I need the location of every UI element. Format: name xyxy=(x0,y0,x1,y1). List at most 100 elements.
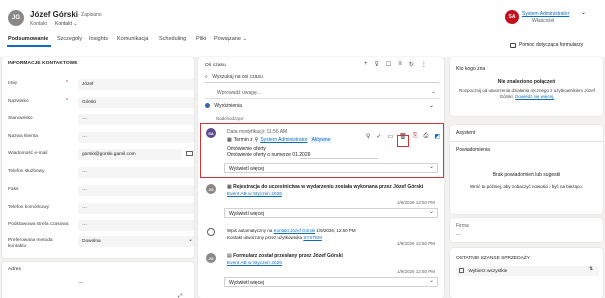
highlights-bar[interactable]: Wyróżnienia ⌄ xyxy=(205,103,439,113)
form-help-button[interactable]: Pomoc dotycząca formularzy xyxy=(510,42,583,48)
item-title: ▦ Rejestracja do uczestnictwa w wydarzen… xyxy=(227,184,423,190)
filter-icon[interactable]: ⊽ xyxy=(375,61,379,68)
record-title: Józef Górski xyxy=(30,10,79,19)
owner-link[interactable]: System Administrator xyxy=(522,11,569,17)
refresh-icon[interactable]: ↻ xyxy=(409,61,414,68)
highlight-frame xyxy=(200,123,444,178)
show-more-button[interactable]: Wyświetl więcej ⌄ xyxy=(224,208,438,218)
opportunities-card: OSTATNIE SZANSE SPRZEDAŻY Wybierz wszyst… xyxy=(450,248,603,298)
entity-type: Kontakt xyxy=(30,21,47,27)
assistant-card: Asystent Powiadomienia Brak powiadomień … xyxy=(450,125,603,214)
show-more-label: Wyświetl więcej xyxy=(229,211,264,217)
field-label: Faks xyxy=(8,187,19,192)
timeline-item-auto-post[interactable]: Wpis automatyczny na Kontakt Józef Górsk… xyxy=(200,226,444,248)
chevron-down-icon[interactable]: ⌄ xyxy=(429,102,434,109)
expand-icon[interactable]: ⤢ xyxy=(178,293,182,298)
field-label: Telefon służbowy xyxy=(8,169,45,174)
tab-communication[interactable]: Komunikacja xyxy=(117,36,149,42)
field-email: Wiadomość e-mail gorski@gorski.gamil.com xyxy=(8,149,193,163)
mail-icon[interactable] xyxy=(186,151,193,156)
highlight-icon-frame xyxy=(397,135,409,147)
contact-link[interactable]: Kontakt Józef Górski xyxy=(274,228,316,233)
owner-avatar[interactable]: SA xyxy=(505,10,519,24)
event-icon: ▦ xyxy=(227,184,232,190)
record-header: JG Józef Górski - Zapisano Kontakt Konta… xyxy=(0,0,605,57)
save-status: - Zapisano xyxy=(78,12,102,18)
who-knows-title: Kto kogo zna xyxy=(456,66,486,72)
more-icon[interactable]: ⋮ xyxy=(421,61,427,68)
field-label: Nazwa klienta xyxy=(8,134,38,139)
mobile-phone-input[interactable]: --- xyxy=(78,203,194,214)
timeline-title: Oś czasu xyxy=(205,63,226,68)
select-all-checkbox[interactable] xyxy=(459,268,464,273)
timeline-search[interactable]: ⌕ Wyszukaj na osi czasu xyxy=(205,72,439,83)
bookmark-icon[interactable]: ☐ xyxy=(386,61,391,68)
time-zone-input[interactable]: --- xyxy=(78,220,194,231)
field-account-name: Nazwa klienta --- xyxy=(8,132,194,146)
active-tab-indicator xyxy=(7,45,51,47)
job-title-input[interactable]: --- xyxy=(78,114,194,125)
email-input[interactable]: gorski@gorski.gamil.com xyxy=(78,149,182,160)
sort-icon[interactable]: ⇅ xyxy=(589,267,593,272)
firm-value[interactable]: --- xyxy=(456,232,461,238)
firm-card: Firma --- xyxy=(450,218,603,242)
tab-scheduling[interactable]: Scheduling xyxy=(159,36,186,42)
tab-details[interactable]: Szczegóły xyxy=(57,36,82,42)
chevron-down-icon: ⌄ xyxy=(428,209,434,215)
who-knows-empty: Nie znaleziono połączeń xyxy=(497,79,556,85)
created-line: Kontakt utworzony przez użytkownika SYST… xyxy=(227,235,322,240)
item-date: 1/9/2026 12:50 PM xyxy=(397,269,436,274)
help-label: Pomoc dotycząca formularzy xyxy=(519,42,584,48)
field-mobile-phone: Telefon komórkowy --- xyxy=(8,203,194,217)
tab-insights[interactable]: Insights xyxy=(89,36,108,42)
field-job-title: Stanowisko --- xyxy=(8,114,194,128)
tab-summary[interactable]: Podsumowanie xyxy=(8,36,48,42)
required-marker: * xyxy=(66,98,68,104)
fax-input[interactable]: --- xyxy=(78,185,194,196)
address-title: Adres xyxy=(8,267,22,272)
chevron-down-icon: ⌄ xyxy=(73,21,78,27)
search-placeholder: Wyszukaj na osi czasu xyxy=(212,74,263,80)
field-preferred-method: Preferowana metoda kontaktu Dowolna ⌄ xyxy=(8,236,194,256)
last-name-input[interactable]: Górski xyxy=(78,97,194,108)
field-fax: Faks --- xyxy=(8,185,194,199)
field-label: Stanowisko xyxy=(8,116,33,121)
contact-info-card: INFORMACJE KONTAKTOWE Imię * Józef Nazwi… xyxy=(2,57,194,258)
event-link[interactable]: Event AB w Styczeń 2026 xyxy=(227,261,282,266)
event-link[interactable]: Event AB w Styczeń 2026 xyxy=(227,192,282,197)
note-placeholder: Wprowadź uwagę... xyxy=(217,90,261,96)
timeline-item-form-submitted[interactable]: JG ▤ Formularz został przesłany przez Jó… xyxy=(200,250,444,296)
first-name-input[interactable]: Józef xyxy=(78,79,194,90)
attach-icon[interactable]: ⌁ xyxy=(432,90,435,96)
form-selector[interactable]: Kontakt ⌄ xyxy=(55,21,78,27)
business-phone-input[interactable]: --- xyxy=(78,167,194,178)
form-icon: ▤ xyxy=(227,253,232,259)
created-by-link[interactable]: SYSTEM xyxy=(303,235,322,240)
contact-avatar: JG xyxy=(206,253,216,263)
show-more-button[interactable]: Wyświetl więcej ⌄ xyxy=(224,277,438,287)
add-icon[interactable]: + xyxy=(364,61,368,68)
assistant-title: Asystent xyxy=(456,130,476,136)
timeline-toolbar: + ⊽ ☐ ≡ ↻ ⋮ xyxy=(364,61,427,68)
field-last-name: Nazwisko * Górski xyxy=(8,97,194,111)
item-title-text: Formularz został przesłany przez Józef G… xyxy=(233,253,343,259)
required-marker: * xyxy=(66,80,68,86)
address-value: --- xyxy=(78,280,83,286)
contact-avatar: JG xyxy=(8,10,24,26)
assistant-divider xyxy=(450,141,603,142)
timeline-item-event-registration[interactable]: JG ▦ Rejestracja do uczestnictwa w wydar… xyxy=(200,181,444,223)
item-date: 1/9/2026 12:50 PM xyxy=(397,241,436,246)
field-business-phone: Telefon służbowy --- xyxy=(8,167,194,181)
chevron-down-icon[interactable]: ⌄ xyxy=(188,236,193,243)
field-label: Imię xyxy=(8,81,18,86)
note-input[interactable]: Wprowadź uwagę... ⌁ xyxy=(205,88,439,99)
search-icon: ⌕ xyxy=(205,74,208,80)
list-icon[interactable]: ≡ xyxy=(398,61,402,68)
tab-files[interactable]: Pliki xyxy=(196,36,206,42)
assistant-empty: Brak powiadomień lub sugestii xyxy=(492,172,561,178)
preferred-method-select[interactable]: Dowolna xyxy=(78,236,194,247)
learn-more-link[interactable]: Dowiedz się więcej. xyxy=(515,94,554,99)
owner-chevron-icon[interactable]: ⌄ xyxy=(581,9,586,16)
account-name-input[interactable]: --- xyxy=(78,132,194,143)
tab-related[interactable]: Powiązane ⌄ xyxy=(214,36,247,42)
